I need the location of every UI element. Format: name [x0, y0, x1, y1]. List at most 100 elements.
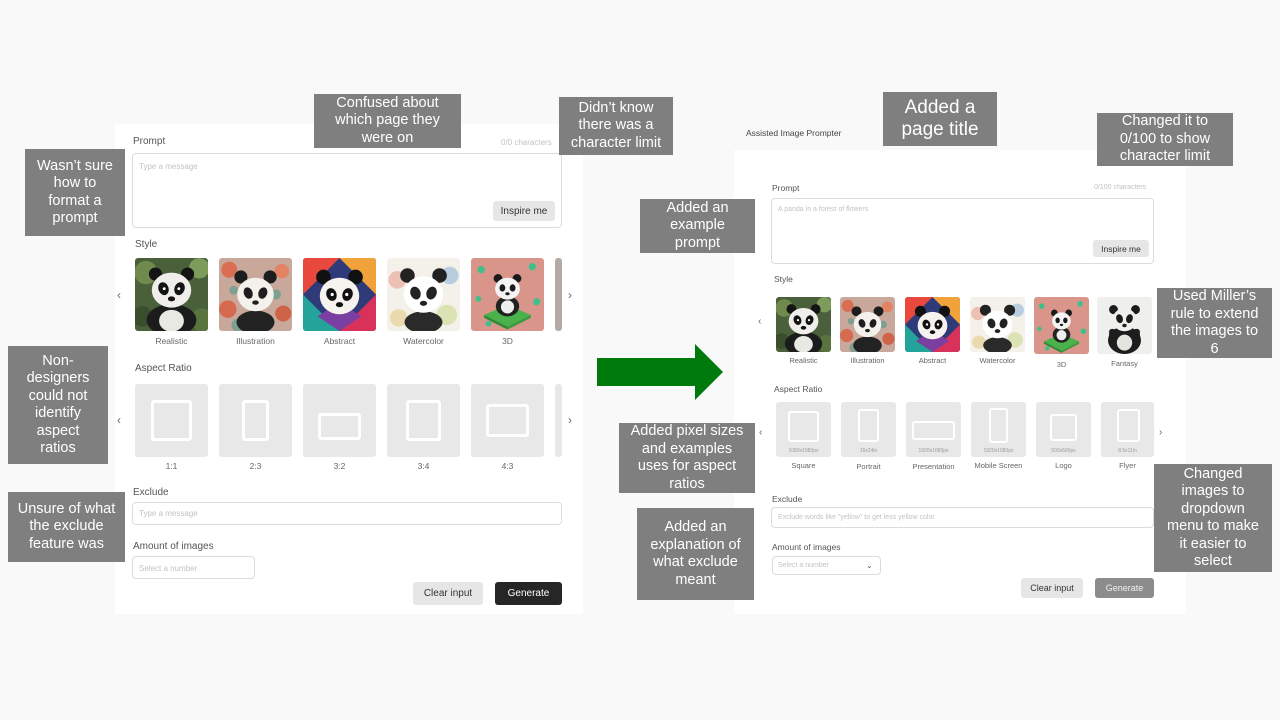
- annotation-character-limit: Didn’t know there was a character limit: [559, 97, 673, 155]
- aspect-ratio-option-presentation[interactable]: 1920x1080px: [906, 402, 961, 457]
- chevron-left-icon[interactable]: ‹: [117, 288, 121, 302]
- ratio-portrait-icon: [858, 409, 879, 442]
- style-thumb-fantasy[interactable]: [1097, 297, 1152, 354]
- ratio-size: 1920x1080px: [918, 448, 949, 454]
- annotation-pixel-sizes: Added pixel sizes and examples uses for …: [619, 423, 755, 493]
- ratio-caption: 2:3: [249, 461, 262, 471]
- prompt-label: Prompt: [772, 183, 800, 193]
- ratio-size: 1080x1080px: [788, 448, 819, 454]
- prompt-placeholder: A panda in a forest of flowers: [778, 206, 869, 213]
- annotation-example-prompt: Added an example prompt: [640, 199, 755, 253]
- ratio-size: 8.5x11in: [1118, 448, 1137, 454]
- annotation-page-title: Added a page title: [883, 92, 997, 146]
- annotation-exclude-explanation: Added an explanation of what exclude mea…: [637, 508, 754, 600]
- chevron-right-icon[interactable]: ›: [1159, 427, 1162, 438]
- style-thumb-3d[interactable]: [1034, 297, 1089, 354]
- right-arrow-icon: [597, 344, 723, 400]
- style-thumb-watercolor[interactable]: [387, 258, 460, 331]
- aspect-ratio-option-3-2[interactable]: [303, 384, 376, 457]
- style-caption: Watercolor: [403, 336, 444, 346]
- exclude-placeholder: Exclude words like "yellow" to get less …: [778, 514, 935, 521]
- prompt-placeholder: Type a message: [139, 162, 198, 171]
- aspect-ratio-label: Aspect Ratio: [135, 363, 192, 374]
- style-caption: Realistic: [789, 356, 818, 365]
- ratio-size: 500x500px: [1051, 448, 1076, 454]
- ratio-caption: 4:3: [501, 461, 514, 471]
- inspire-me-button[interactable]: Inspire me: [493, 201, 555, 221]
- clear-input-button[interactable]: Clear input: [1021, 578, 1083, 598]
- ratio-landscape-icon: [486, 404, 529, 437]
- style-caption: Fantasy: [1111, 359, 1138, 368]
- ratio-portrait-icon: [406, 400, 441, 441]
- ratio-caption: 3:2: [333, 461, 346, 471]
- ratio-square-icon: [1050, 414, 1077, 441]
- ratio-caption: 1:1: [165, 461, 178, 471]
- style-caption: 3D: [1056, 360, 1067, 369]
- aspect-ratio-option-4-3[interactable]: [471, 384, 544, 457]
- style-caption: Abstract: [323, 336, 356, 346]
- style-label: Style: [774, 274, 793, 284]
- chevron-right-icon[interactable]: ›: [568, 288, 572, 302]
- style-thumb-illustration[interactable]: [840, 297, 895, 352]
- style-thumb-realistic[interactable]: [135, 258, 208, 331]
- ratio-caption: Mobile Screen: [974, 461, 1023, 470]
- style-thumb-abstract[interactable]: [905, 297, 960, 352]
- aspect-ratio-option-square[interactable]: 1080x1080px: [776, 402, 831, 457]
- ratio-portrait-icon: [1117, 409, 1140, 442]
- chevron-down-icon[interactable]: ⌄: [866, 561, 873, 570]
- style-thumb-partial: [555, 258, 562, 331]
- annotation-prompt-format: Wasn’t sure how to format a prompt: [25, 149, 125, 236]
- annotation-exclude-feature: Unsure of what the exclude feature was: [8, 492, 125, 562]
- generate-button[interactable]: Generate: [1095, 578, 1154, 598]
- aspect-ratio-option-logo[interactable]: 500x500px: [1036, 402, 1091, 457]
- ratio-caption: Portrait: [856, 462, 881, 471]
- character-count: 0/0 characters: [501, 138, 552, 147]
- aspect-ratio-partial: [555, 384, 562, 457]
- prompt-label: Prompt: [133, 136, 166, 147]
- chevron-right-icon[interactable]: ›: [568, 413, 572, 427]
- aspect-ratio-label: Aspect Ratio: [774, 384, 823, 394]
- style-caption: Illustration: [850, 356, 885, 365]
- annotation-dropdown: Changed images to dropdown menu to make …: [1154, 464, 1272, 572]
- style-label: Style: [135, 239, 158, 250]
- style-thumb-realistic[interactable]: [776, 297, 831, 352]
- amount-label: Amount of images: [772, 542, 841, 552]
- amount-placeholder: Select a number: [778, 562, 829, 569]
- aspect-ratio-option-portrait[interactable]: 16x24in: [841, 402, 896, 457]
- style-thumb-illustration[interactable]: [219, 258, 292, 331]
- amount-label: Amount of images: [133, 541, 214, 552]
- clear-input-button[interactable]: Clear input: [413, 582, 483, 605]
- chevron-left-icon[interactable]: ‹: [117, 413, 121, 427]
- chevron-left-icon[interactable]: ‹: [759, 427, 762, 438]
- character-count: 0/100 characters: [1094, 184, 1147, 191]
- ratio-size: 16x24in: [859, 448, 878, 454]
- aspect-ratio-option-2-3[interactable]: [219, 384, 292, 457]
- aspect-ratio-option-mobile-screen[interactable]: 1920x1080px: [971, 402, 1026, 457]
- style-thumb-abstract[interactable]: [303, 258, 376, 331]
- ratio-caption: Logo: [1055, 461, 1072, 470]
- aspect-ratio-option-1-1[interactable]: [135, 384, 208, 457]
- page-title: Assisted Image Prompter: [746, 128, 842, 138]
- ratio-landscape-icon: [318, 413, 361, 440]
- ratio-mobile-icon: [989, 408, 1008, 443]
- aspect-ratio-option-flyer[interactable]: 8.5x11in: [1101, 402, 1154, 457]
- style-caption: Realistic: [155, 336, 188, 346]
- ratio-caption: Presentation: [912, 462, 955, 471]
- ratio-caption: Flyer: [1119, 461, 1136, 470]
- annotation-changed-limit: Changed it to 0/100 to show character li…: [1097, 113, 1233, 166]
- annotation-confused-page: Confused about which page they were on: [314, 94, 461, 148]
- amount-placeholder: Select a number: [139, 564, 198, 573]
- exclude-placeholder: Type a message: [139, 509, 198, 518]
- style-caption: Watercolor: [979, 356, 1016, 365]
- aspect-ratio-option-3-4[interactable]: [387, 384, 460, 457]
- ratio-caption: Square: [791, 461, 816, 470]
- generate-button[interactable]: Generate: [495, 582, 562, 605]
- style-thumb-watercolor[interactable]: [970, 297, 1025, 352]
- ratio-size: 1920x1080px: [983, 448, 1014, 454]
- style-thumb-3d[interactable]: [471, 258, 544, 331]
- ratio-caption: 3:4: [417, 461, 430, 471]
- chevron-left-icon[interactable]: ‹: [758, 316, 761, 327]
- ratio-portrait-icon: [242, 400, 269, 441]
- inspire-me-button[interactable]: Inspire me: [1093, 240, 1149, 257]
- style-caption: Abstract: [918, 356, 947, 365]
